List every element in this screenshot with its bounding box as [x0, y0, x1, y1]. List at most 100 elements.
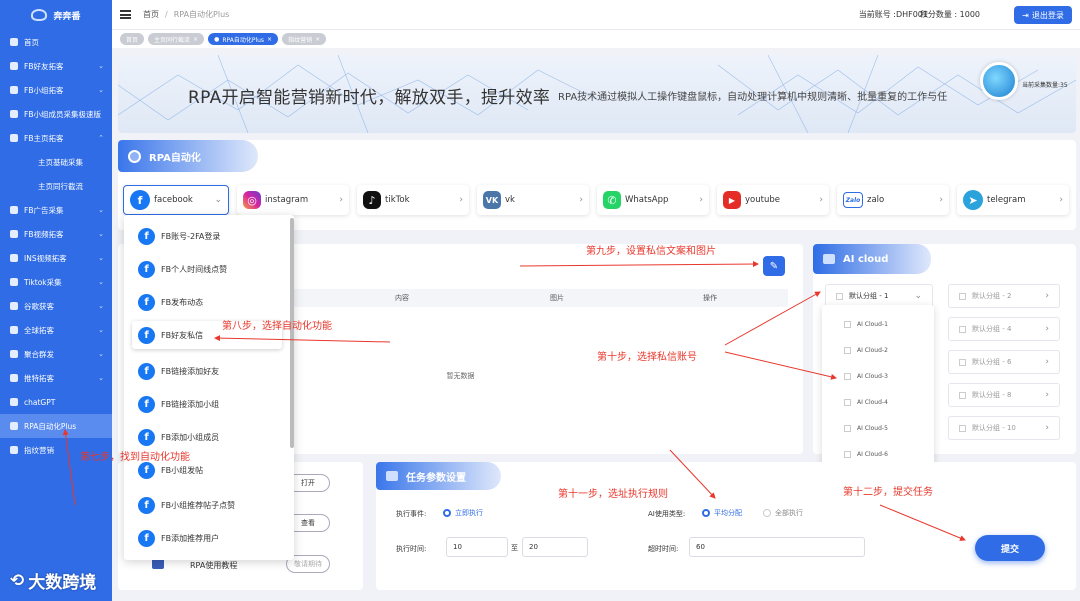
- menu-item-fb-link-add-friend[interactable]: f FB链接添加好友: [132, 357, 282, 385]
- sidebar-item-fb-ads[interactable]: FB广告采集 ⌄: [0, 198, 112, 222]
- platform-youtube[interactable]: ▶ youtube ›: [717, 185, 829, 215]
- sidebar-item-home[interactable]: 首页: [0, 30, 112, 54]
- cloud-option-6[interactable]: AI Cloud-6: [844, 451, 888, 458]
- task-settings-card: 任务参数设置 执行事件: 立即执行 AI使用类型: 平均分配 全部执行 执行时间…: [376, 462, 1076, 590]
- timeout-input[interactable]: 60: [689, 537, 865, 557]
- sidebar-item-twitter[interactable]: 推特拓客 ⌄: [0, 366, 112, 390]
- sidebar-item-fb-groups[interactable]: FB小组拓客 ⌄: [0, 78, 112, 102]
- menu-scrollbar[interactable]: [290, 218, 294, 448]
- menu-item-fb-add-recommended-user[interactable]: f FB添加推荐用户: [132, 524, 282, 552]
- sidebar-item-global[interactable]: 全球拓客 ⌄: [0, 318, 112, 342]
- menu-item-fb-timeline-like[interactable]: f FB个人时间线点赞: [132, 255, 282, 283]
- exec-time-start-input[interactable]: 10: [446, 537, 508, 557]
- group-select-8[interactable]: 默认分组 - 8 ›: [948, 383, 1060, 407]
- platform-zalo[interactable]: Zalo zalo ›: [837, 185, 949, 215]
- sidebar-item-label: 指纹营销: [24, 445, 54, 455]
- tab-fingerprint[interactable]: 指纹营销 ×: [282, 33, 327, 45]
- radio-dot: [443, 509, 451, 517]
- group-select-10[interactable]: 默认分组 - 10 ›: [948, 416, 1060, 440]
- chevron-down-icon: ⌄: [98, 206, 104, 214]
- sidebar-item-tiktok[interactable]: Tiktok采集 ⌄: [0, 270, 112, 294]
- platform-whatsapp[interactable]: ✆ WhatsApp ›: [597, 185, 709, 215]
- facebook-icon: f: [138, 428, 155, 446]
- exec-time-end-input[interactable]: 20: [522, 537, 588, 557]
- submit-button[interactable]: 提交: [975, 535, 1045, 561]
- platform-facebook[interactable]: f facebook ⌄: [123, 185, 229, 215]
- sidebar-item-chatgpt[interactable]: chatGPT: [0, 390, 112, 414]
- breadcrumb-home[interactable]: 首页: [143, 10, 159, 19]
- sidebar-item-google[interactable]: 谷歌获客 ⌄: [0, 294, 112, 318]
- checkbox[interactable]: [844, 399, 851, 406]
- checkbox[interactable]: [844, 425, 851, 432]
- platform-vk[interactable]: VK vk ›: [477, 185, 589, 215]
- content-table-header: 内容 图片 操作: [293, 289, 788, 307]
- sidebar-item-mass-send[interactable]: 聚合群发 ⌄: [0, 342, 112, 366]
- cloud-option-4[interactable]: AI Cloud-4: [844, 399, 888, 406]
- checkbox[interactable]: [836, 292, 843, 300]
- checkbox[interactable]: [959, 325, 966, 333]
- platform-tiktok[interactable]: ♪ tikTok ›: [357, 185, 469, 215]
- avg-distribute-radio[interactable]: 平均分配: [702, 508, 742, 518]
- tab-rpa-plus[interactable]: ● RPA自动化Plus ×: [208, 33, 279, 45]
- sidebar-item-label: 聚合群发: [24, 349, 54, 359]
- checkbox[interactable]: [844, 451, 851, 458]
- checkbox[interactable]: [959, 292, 966, 300]
- globe-icon: [10, 302, 18, 310]
- sidebar-subitem-page-basic[interactable]: 主页基础采集: [0, 150, 112, 174]
- menu-item-fb-link-add-group[interactable]: f FB链接添加小组: [132, 390, 282, 418]
- checkbox[interactable]: [844, 347, 851, 354]
- menu-item-fb-post[interactable]: f FB发布动态: [132, 288, 282, 316]
- sidebar-subitem-page-peer[interactable]: 主页同行截流: [0, 174, 112, 198]
- sidebar-item-label: 主页基础采集: [38, 157, 83, 167]
- checkbox[interactable]: [959, 424, 966, 432]
- group-select-4[interactable]: 默认分组 - 4 ›: [948, 317, 1060, 341]
- menu-toggle-icon[interactable]: [120, 10, 131, 19]
- sidebar-item-ins-video[interactable]: INS视频拓客 ⌄: [0, 246, 112, 270]
- logout-button[interactable]: ⇥ 退出登录: [1014, 6, 1072, 24]
- sidebar-item-rpa-plus[interactable]: RPA自动化Plus: [0, 414, 112, 438]
- checkbox[interactable]: [959, 391, 966, 399]
- ai-type-label: AI使用类型:: [648, 510, 686, 518]
- whatsapp-icon: ✆: [603, 191, 621, 209]
- checkbox[interactable]: [959, 358, 966, 366]
- logout-label: 退出登录: [1031, 10, 1064, 20]
- group-select-6[interactable]: 默认分组 - 6 ›: [948, 350, 1060, 374]
- group-label: 默认分组 - 4: [972, 325, 1012, 333]
- tab-home[interactable]: 首页: [120, 33, 145, 45]
- group-label: 默认分组 - 10: [972, 424, 1016, 432]
- exec-now-radio[interactable]: 立即执行: [443, 508, 483, 518]
- facebook-function-menu: f FB账号-2FA登录 f FB个人时间线点赞 f FB发布动态 f FB好友私信 f…: [124, 215, 294, 560]
- rpa-title: RPA自动化: [149, 152, 201, 164]
- checkbox[interactable]: [844, 373, 851, 380]
- search-icon: [10, 110, 18, 118]
- menu-item-fb-add-group-member[interactable]: f FB添加小组成员: [132, 423, 282, 451]
- sidebar-item-fb-friends[interactable]: FB好友拓客 ⌄: [0, 54, 112, 78]
- platform-telegram[interactable]: ➤ telegram ›: [957, 185, 1069, 215]
- close-icon[interactable]: ×: [193, 36, 198, 43]
- cloud-option-2[interactable]: AI Cloud-2: [844, 347, 888, 354]
- tab-page-peer[interactable]: 主页同行截流 ×: [148, 33, 205, 45]
- platform-instagram[interactable]: ◎ instagram ›: [237, 185, 349, 215]
- all-exec-radio[interactable]: 全部执行: [763, 508, 803, 518]
- cloud-option-3[interactable]: AI Cloud-3: [844, 373, 888, 380]
- checkbox[interactable]: [844, 321, 851, 328]
- close-icon[interactable]: ×: [267, 36, 272, 43]
- sidebar-item-fb-video[interactable]: FB视频拓客 ⌄: [0, 222, 112, 246]
- world-icon: [10, 326, 18, 334]
- sidebar-item-fb-pages[interactable]: FB主页拓客 ⌃: [0, 126, 112, 150]
- edit-content-button[interactable]: ✎: [763, 256, 785, 276]
- tab-label: 首页: [126, 36, 139, 44]
- cloud-label: AI Cloud-2: [857, 347, 888, 354]
- banner-subtitle: RPA技术通过模拟人工操作键盘鼠标，自动处理计算机中规则清晰、批量重复的工作与任: [558, 92, 948, 103]
- close-icon[interactable]: ×: [315, 36, 320, 43]
- chevron-right-icon: ›: [939, 195, 943, 205]
- menu-item-fb-2fa-login[interactable]: f FB账号-2FA登录: [132, 222, 282, 250]
- watermark-text: 大数跨境: [28, 573, 97, 593]
- radio-label: 全部执行: [775, 509, 803, 517]
- task-header: 任务参数设置: [376, 462, 501, 490]
- group-select-2[interactable]: 默认分组 - 2 ›: [948, 284, 1060, 308]
- menu-item-fb-group-recommend-like[interactable]: f FB小组推荐帖子点赞: [132, 491, 282, 519]
- cloud-option-5[interactable]: AI Cloud-5: [844, 425, 888, 432]
- sidebar-item-fb-group-members[interactable]: FB小组成员采集极速版: [0, 102, 112, 126]
- cloud-option-1[interactable]: AI Cloud-1: [844, 321, 888, 328]
